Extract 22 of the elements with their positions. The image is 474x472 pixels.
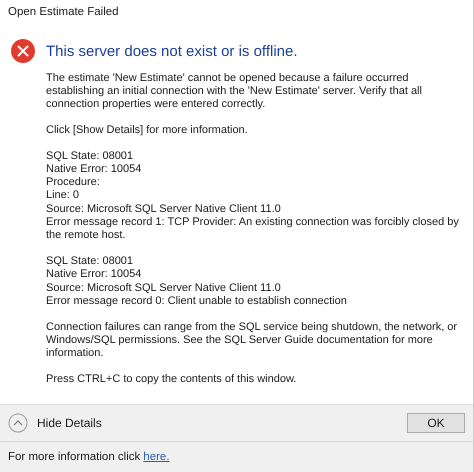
footer-text: For more information click <box>8 451 140 463</box>
detail-line: Line: 0 <box>46 189 80 203</box>
detail-line: SQL State: 08001 <box>46 150 134 164</box>
window-title: Open Estimate Failed <box>7 5 120 20</box>
detail-line: Error message record 1: TCP Provider: An existing connection was forcibly closed by the remote host. <box>46 216 460 242</box>
chevron-icon <box>8 413 28 433</box>
error-heading: This server does not exist or is offline. <box>46 42 298 60</box>
error-icon <box>11 39 35 63</box>
detail-line: Source: Microsoft SQL Server Native Client 11.0 <box>46 202 282 216</box>
detail-line: Error message record 0: Client unable to establish connection <box>46 294 348 308</box>
help-link[interactable]: here. <box>143 451 170 463</box>
details-toggle[interactable]: Hide Details <box>8 413 102 433</box>
detail-line: Native Error: 10054 <box>46 268 142 282</box>
detail-line: SQL State: 08001 <box>46 255 134 268</box>
ok-button[interactable]: OK <box>407 413 465 433</box>
message-text: Click [Show Details] for more information. <box>46 124 249 138</box>
detail-line: Native Error: 10054 <box>46 163 142 176</box>
detail-line: Procedure: <box>46 176 101 190</box>
detail-line: Source: Microsoft SQL Server Native Client 11.0 <box>46 282 282 295</box>
message-text: The estimate 'New Estimate' cannot be opened because a failure occurred establishing an initial connection with the 'New Estimate' server. Verify that all connection properties were entered correctly. <box>46 72 423 112</box>
message-text: Press CTRL+C to copy the contents of this window. <box>46 373 298 386</box>
message-text: Connection failures can range from the SQL service being shutdown, the network, or Windows/SQL permissions. See the SQL Server Guide documentation for more information. <box>46 321 458 361</box>
